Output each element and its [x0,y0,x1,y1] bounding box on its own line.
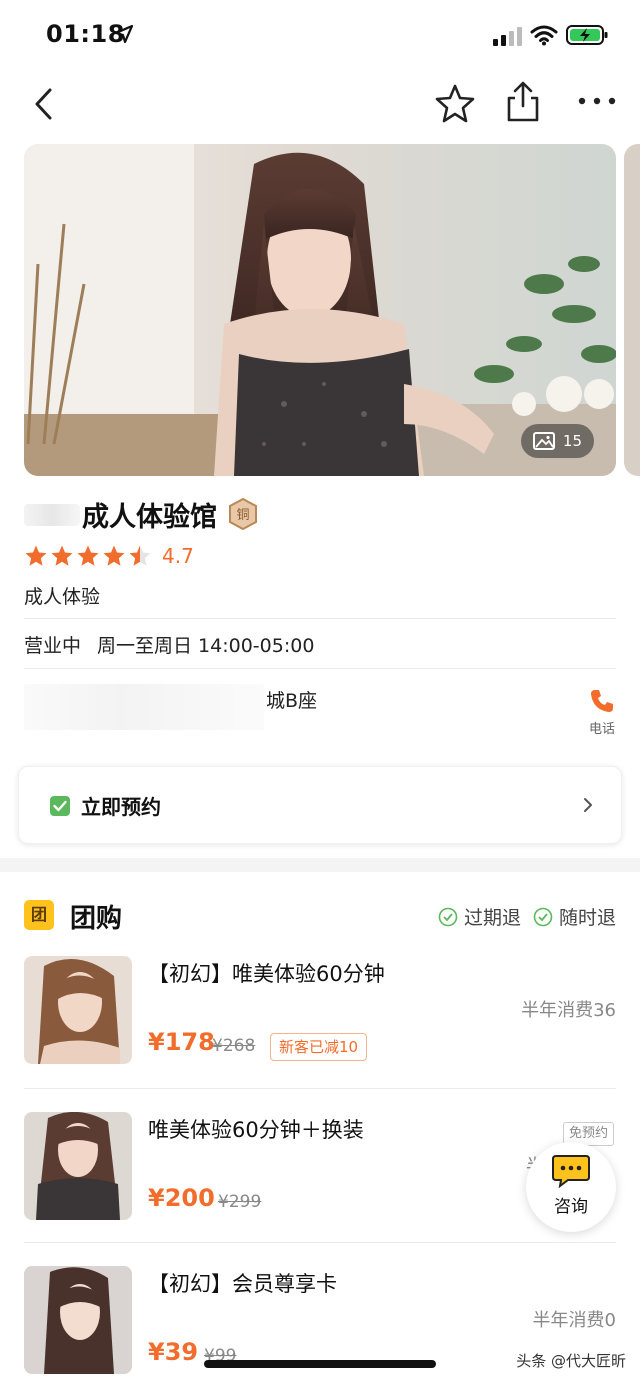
star-icon [77,545,99,566]
back-chevron-icon[interactable] [26,84,62,124]
divider [24,1088,616,1089]
location-arrow-icon [114,24,134,44]
chat-bubble-icon [552,1155,590,1188]
rating-stars [24,544,154,568]
watermark: 头条 @代大匠昕 [516,1352,626,1370]
group-buy-badge: 团 [24,900,54,930]
deal-thumbnail [24,1112,132,1220]
photo-count-badge[interactable]: 15 [520,424,594,458]
star-icon [129,545,151,566]
shop-name: 成人体验馆 [82,501,217,533]
deal-item[interactable]: 【初幻】唯美体验60分钟 半年消费36 ¥178 ¥268 新客已减10 [24,956,616,1066]
chevron-right-icon [584,798,592,812]
business-status: 营业中 [24,635,82,657]
deal-thumbnail [24,956,132,1064]
hours-text: 周一至周日 14:00-05:00 [97,635,315,657]
star-icon [51,545,73,566]
group-buy-header: 团 团购 过期退 随时退 [24,898,616,934]
more-dots-icon[interactable] [576,86,618,116]
phone-label: 电话 [588,722,615,737]
cellular-signal-icon [493,27,522,46]
shop-hero-photo[interactable]: 15 [24,144,616,476]
booking-card[interactable]: 立即预约 [18,766,622,844]
check-square-icon [50,796,70,816]
consult-label: 咨询 [554,1197,588,1217]
wifi-icon [530,25,558,46]
star-icon [103,545,125,566]
booking-label: 立即预约 [81,795,161,819]
rating-value: 4.7 [162,544,194,568]
deal-price: ¥200 [148,1184,215,1212]
business-hours: 营业中 周一至周日 14:00-05:00 [24,631,314,658]
tag-label: 过期退 [463,907,521,929]
deal-thumbnail [24,1266,132,1374]
deal-price: ¥178 [148,1028,215,1056]
refund-tags: 过期退 随时退 [426,903,616,930]
copper-badge-icon: 铜 [229,498,257,530]
shop-address[interactable]: 城B座 [266,686,317,713]
deal-sales: 半年消费0 [532,1310,616,1331]
tag-expired-refund: 过期退 [438,903,521,930]
section-separator [0,858,640,872]
phone-icon [591,690,613,712]
deal-title: 【初幻】唯美体验60分钟 [148,962,385,986]
check-circle-icon [533,907,553,926]
deal-original-price: ¥299 [218,1192,262,1212]
group-buy-title: 团购 [70,904,123,934]
divider [24,668,616,669]
deal-price: ¥39 [148,1338,199,1366]
badge-text: 铜 [236,508,249,523]
divider [24,1242,616,1243]
share-icon[interactable] [502,80,544,124]
photo-count: 15 [562,432,582,450]
status-bar: 01:18 [0,0,640,70]
next-photo-peek[interactable] [624,144,640,476]
deal-sales: 半年消费36 [521,1000,616,1021]
tag-anytime-refund: 随时退 [533,903,616,930]
redacted-address [24,684,264,730]
deal-title: 【初幻】会员尊享卡 [148,1272,337,1296]
redacted-text [24,504,80,526]
consult-button[interactable]: 咨询 [526,1142,616,1232]
home-indicator[interactable] [204,1360,436,1368]
star-icon [25,545,47,566]
deal-title: 唯美体验60分钟＋换装 [148,1118,364,1142]
deal-original-price: ¥268 [212,1036,256,1056]
shop-name-row: 成人体验馆 铜 [24,494,257,534]
rating-row: 4.7 [24,542,194,570]
favorite-star-icon[interactable] [434,82,476,124]
tag-label: 随时退 [558,907,616,929]
phone-button[interactable]: 电话 [580,688,624,738]
gallery-icon [532,432,555,450]
shop-category: 成人体验 [24,586,101,608]
nav-bar [0,76,640,132]
check-circle-icon [438,907,458,926]
battery-charging-icon [566,25,608,45]
deal-promo-tag: 新客已减10 [270,1033,368,1061]
divider [24,618,616,619]
